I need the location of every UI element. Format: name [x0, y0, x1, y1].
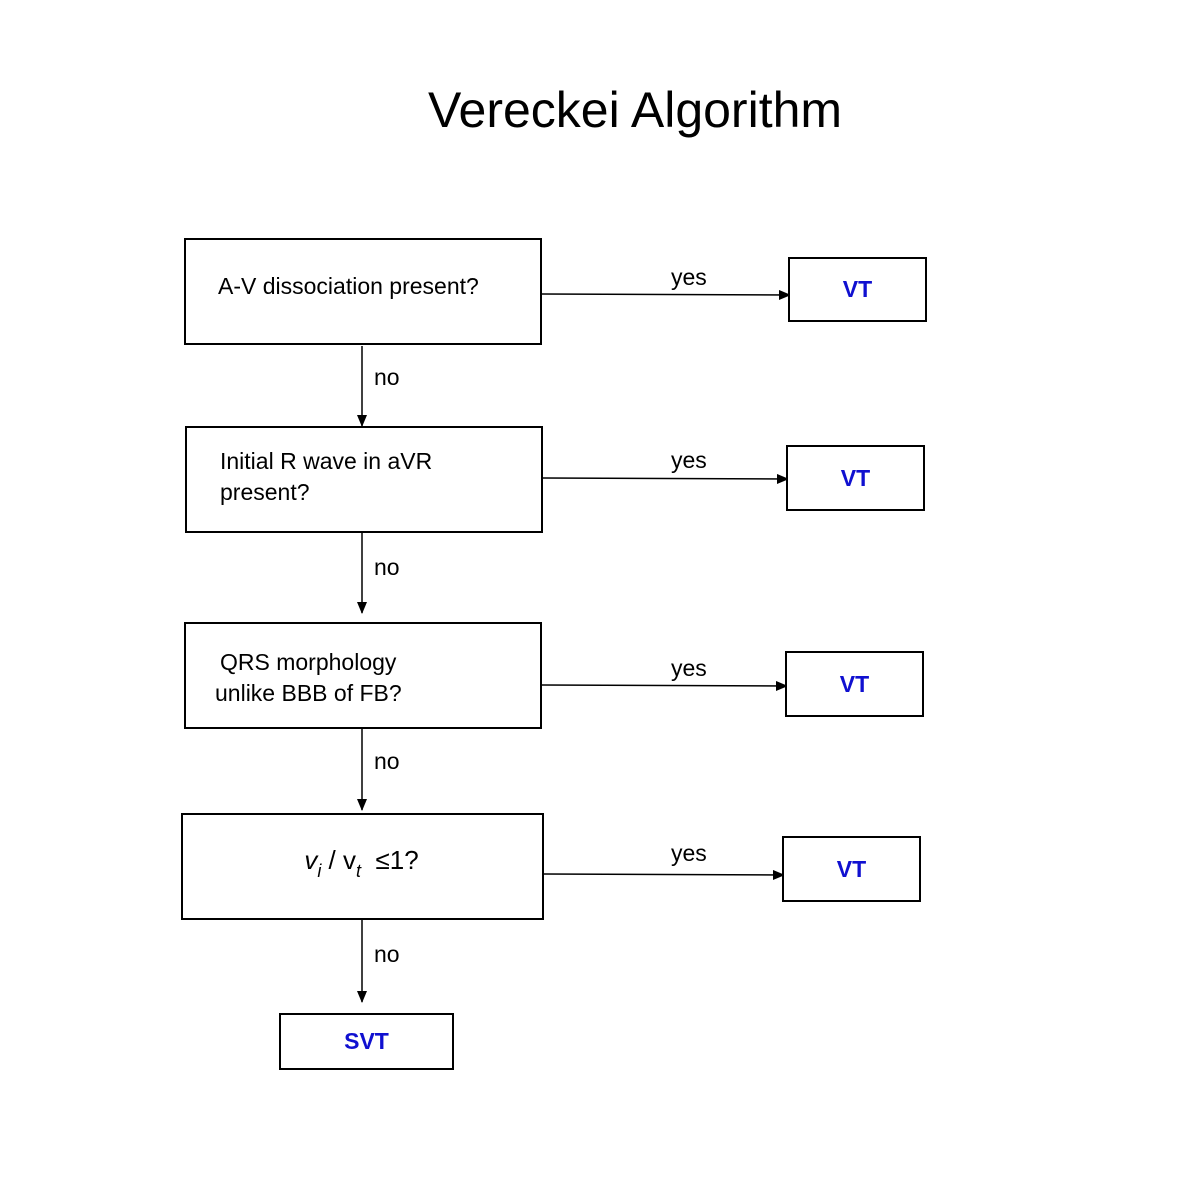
formula-slash: / [328, 845, 336, 875]
yes-label-1: yes [671, 264, 707, 290]
yes-arrow-2 [542, 473, 789, 484]
formula-sub-t: t [356, 861, 362, 881]
no-label-3: no [374, 748, 400, 774]
no-label-2: no [374, 554, 400, 580]
result-box-vt-2: VT [786, 445, 925, 511]
question-box-av-dissociation: A-V dissociation present? [184, 238, 542, 345]
formula-condition: ≤1? [375, 845, 419, 875]
vi-vt-formula: vi / vt ≤1? [180, 845, 543, 880]
formula-sub-i: i [317, 861, 322, 881]
no-label-1: no [374, 364, 400, 390]
question-text-line-1: Initial R wave in aVR [220, 448, 433, 474]
question-text-line-2: present? [220, 479, 310, 505]
yes-label-3: yes [671, 655, 707, 681]
formula-v2: v [343, 845, 357, 875]
formula-v1: v [304, 845, 318, 875]
question-text-line-2: unlike BBB of FB? [215, 680, 402, 706]
question-box-qrs-morphology: QRS morphology unlike BBB of FB? [184, 622, 542, 729]
result-box-vt-3: VT [785, 651, 924, 717]
result-box-vt-1: VT [788, 257, 927, 322]
flow-connectors [357, 289, 791, 1003]
no-label-4: no [374, 941, 400, 967]
yes-label-4: yes [671, 840, 707, 866]
result-box-vt-4: VT [782, 836, 921, 902]
yes-label-2: yes [671, 447, 707, 473]
question-box-initial-r-wave: Initial R wave in aVR present? [185, 426, 543, 533]
question-text: A-V dissociation present? [218, 273, 479, 299]
question-text-line-1: QRS morphology [220, 649, 397, 675]
yes-arrow-1 [541, 289, 791, 300]
yes-arrow-3 [541, 680, 788, 691]
yes-arrow-4 [543, 869, 785, 880]
result-box-svt: SVT [279, 1013, 454, 1070]
